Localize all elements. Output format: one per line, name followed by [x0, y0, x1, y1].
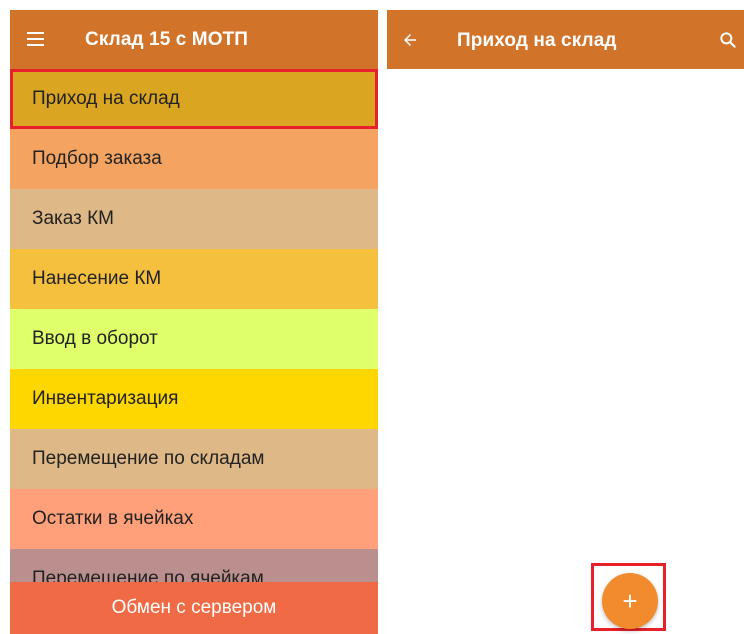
menu-item-km-application[interactable]: Нанесение КМ: [10, 249, 378, 309]
server-sync-button[interactable]: Обмен с сервером: [10, 582, 378, 634]
search-icon[interactable]: [718, 30, 738, 50]
menu-item-incoming[interactable]: Приход на склад: [10, 69, 378, 129]
screen-title: Приход на склад: [457, 30, 617, 51]
menu-item-warehouse-transfer[interactable]: Перемещение по складам: [10, 429, 378, 489]
menu-item-km-order[interactable]: Заказ КМ: [10, 189, 378, 249]
right-screen: Приход на склад +: [387, 10, 744, 634]
add-document-button[interactable]: +: [602, 573, 658, 629]
menu-item-order-picking[interactable]: Подбор заказа: [10, 129, 378, 189]
hamburger-menu-icon[interactable]: [27, 32, 44, 46]
menu-item-inventory[interactable]: Инвентаризация: [10, 369, 378, 429]
menu-item-cell-stock[interactable]: Остатки в ячейках: [10, 489, 378, 549]
app-title: Склад 15 с МОТП: [85, 29, 249, 50]
app-bar: Склад 15 с МОТП: [10, 10, 378, 69]
main-menu: Приход на склад Подбор заказа Заказ КМ Н…: [10, 69, 378, 609]
back-arrow-icon[interactable]: [401, 31, 419, 49]
plus-icon: +: [622, 585, 638, 616]
menu-item-circulation-entry[interactable]: Ввод в оборот: [10, 309, 378, 369]
app-bar: Приход на склад: [387, 10, 744, 69]
left-screen: Склад 15 с МОТП Приход на склад Подбор з…: [10, 10, 378, 634]
